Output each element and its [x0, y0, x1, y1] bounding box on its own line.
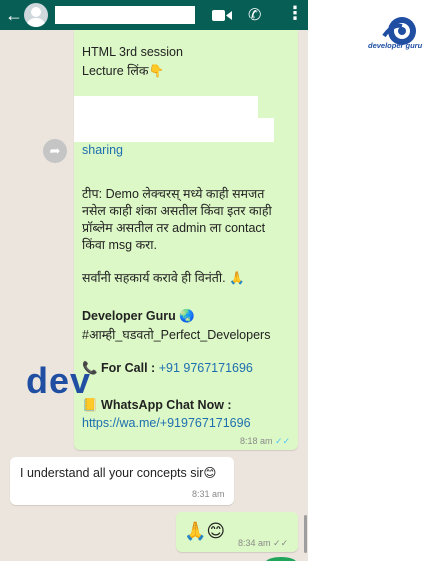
call-line: 📞 For Call : +91 9767171696	[82, 360, 253, 377]
watermark-text: dev	[26, 360, 91, 402]
request-line: सर्वांनी सहकार्य करावे ही विनंती. 🙏	[82, 270, 245, 287]
incoming-message-bubble[interactable]: I understand all your concepts sir😊 8:31…	[10, 457, 234, 505]
call-number-link[interactable]: +91 9767171696	[159, 361, 253, 375]
whatsapp-link[interactable]: https://wa.me/+919767171696	[82, 415, 251, 432]
brand-line: Developer Guru 🌏	[82, 308, 195, 325]
sharing-link[interactable]: sharing	[82, 142, 123, 159]
message-time-text: 8:18 am	[240, 436, 273, 446]
call-label: 📞 For Call :	[82, 361, 159, 375]
chat-scrollbar[interactable]	[304, 515, 307, 553]
whatsapp-label: 📒 WhatsApp Chat Now :	[82, 397, 232, 414]
outgoing-reply-bubble[interactable]: 🙏😊 8:34 am ✓✓	[176, 512, 298, 552]
more-options-icon[interactable]: ⋮	[286, 3, 304, 24]
reply-time: 8:34 am ✓✓	[238, 538, 288, 549]
message-line: Lecture लिंक👇	[82, 63, 164, 80]
read-ticks-icon: ✓✓	[275, 436, 290, 446]
incoming-message-time: 8:31 am	[192, 489, 225, 499]
tip-line: प्रॉब्लेम असतील तर admin ला contact	[82, 220, 265, 237]
message-time: 8:18 am ✓✓	[240, 436, 290, 447]
redacted-link-line	[74, 96, 258, 120]
incoming-message-text: I understand all your concepts sir😊	[20, 465, 216, 482]
reply-time-text: 8:34 am	[238, 538, 271, 548]
chat-header: ← ✆ ⋮	[0, 0, 308, 30]
hashtag-line: #आम्ही_घडवतो_Perfect_Developers	[82, 327, 270, 344]
message-line: HTML 3rd session	[82, 44, 183, 61]
tip-line: नसेल काही शंका असतील किंवा इतर काही	[82, 203, 272, 220]
tip-line: टीप: Demo लेक्चरस् मध्ये काही समजत	[82, 186, 264, 203]
delivered-ticks-icon: ✓✓	[273, 538, 288, 548]
tip-line: किंवा msg करा.	[82, 237, 157, 254]
avatar-body	[27, 18, 45, 27]
contact-name-redacted[interactable]	[55, 6, 195, 24]
contact-avatar[interactable]	[24, 3, 48, 27]
video-call-icon[interactable]	[212, 9, 232, 22]
reply-emoji-text: 🙏😊	[184, 520, 225, 542]
redacted-link-line	[74, 118, 274, 142]
forward-icon[interactable]: ➦	[43, 139, 67, 163]
logo-text: developer guru	[368, 41, 422, 50]
outgoing-message-bubble[interactable]: HTML 3rd session Lecture लिंक👇 sharing ट…	[74, 30, 298, 450]
voice-call-icon[interactable]: ✆	[248, 5, 261, 25]
back-arrow-icon[interactable]: ←	[5, 5, 23, 26]
avatar-head	[31, 7, 41, 17]
fab-button-edge[interactable]	[266, 557, 296, 561]
chat-screen: ← ✆ ⋮ ➦ HTML 3rd session Lecture लिंक👇 s…	[0, 0, 308, 561]
